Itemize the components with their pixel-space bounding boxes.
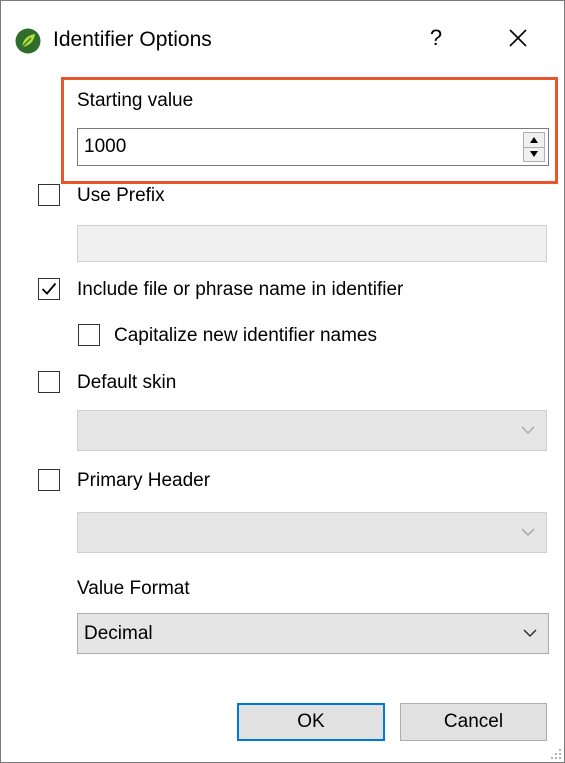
cancel-button[interactable]: Cancel [400,703,547,741]
triangle-down-icon [530,151,538,157]
starting-value-input[interactable]: 1000 [84,135,126,159]
primary-header-select[interactable] [77,512,547,553]
include-name-checkbox[interactable] [38,278,60,300]
close-icon [509,29,527,47]
prefix-field[interactable] [77,225,547,262]
help-button[interactable]: ? [421,23,451,53]
resize-grip-icon[interactable] [550,748,562,760]
primary-header-checkbox[interactable] [38,469,60,491]
value-format-selected: Decimal [84,623,153,644]
value-format-select[interactable]: Decimal [77,613,549,654]
capitalize-label: Capitalize new identifier names [114,325,377,346]
spin-buttons [523,132,545,162]
spin-down-button[interactable] [524,147,544,161]
value-format-label: Value Format [77,578,190,599]
chevron-down-icon [521,426,535,435]
starting-value-spinbox[interactable]: 1000 [77,128,549,166]
default-skin-select[interactable] [77,410,547,451]
ok-button[interactable]: OK [237,703,385,741]
use-prefix-checkbox[interactable] [38,184,60,206]
title-bar: Identifier Options ? [1,1,564,75]
chevron-down-icon [523,629,537,638]
include-name-label: Include file or phrase name in identifie… [77,279,404,300]
dialog-title: Identifier Options [53,28,212,51]
default-skin-label: Default skin [77,372,177,393]
checkmark-icon [41,282,57,295]
primary-header-label: Primary Header [77,470,211,491]
capitalize-checkbox[interactable] [78,324,100,346]
spin-up-button[interactable] [524,133,544,148]
default-skin-checkbox[interactable] [38,371,60,393]
triangle-up-icon [530,137,538,143]
use-prefix-label: Use Prefix [77,185,165,206]
chevron-down-icon [521,528,535,537]
close-button[interactable] [503,23,533,53]
identifier-options-dialog: Identifier Options ? Starting value 1000 [0,0,565,763]
leaf-app-icon [15,28,41,54]
starting-value-label: Starting value [77,90,194,111]
